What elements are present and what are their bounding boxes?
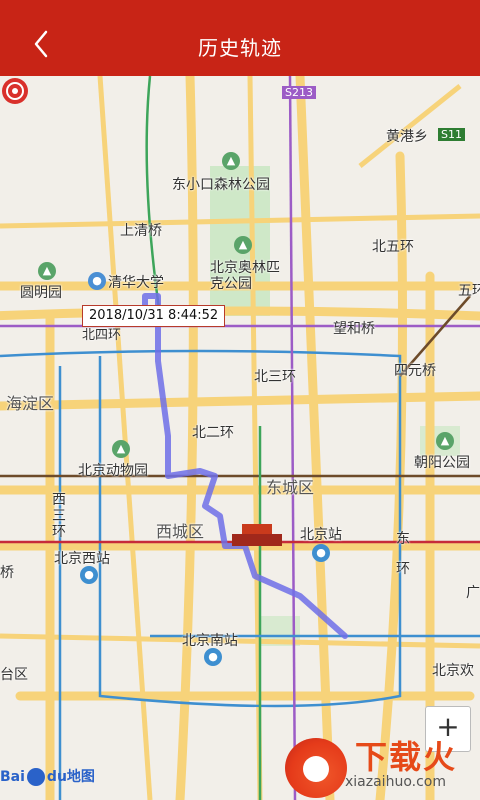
baidu-brand-text: Bai — [0, 769, 25, 785]
paw-icon — [26, 768, 45, 786]
map-label-beierhuan: 北二环 — [192, 425, 234, 441]
flame-logo-icon — [285, 738, 347, 798]
app-header: 历史轨迹 — [0, 0, 480, 76]
map-label-beijing-station: 北京站 — [300, 527, 342, 543]
map-label-xisanhuan: 西三环 — [52, 492, 66, 540]
train-station-icon: ● — [204, 648, 222, 666]
map-label-forest-park: 东小口森林公园 — [172, 177, 270, 193]
map-label-yuanmingyuan: 圆明园 — [20, 285, 62, 301]
map-label-qiao: 桥 — [0, 565, 14, 581]
watermark-title: 下载火 — [355, 738, 458, 776]
map-label-siyuanqiao: 四元桥 — [394, 363, 436, 379]
train-station-icon: ● — [80, 566, 98, 584]
map-label-olympic: 北京奥林匹克公园 — [210, 260, 280, 292]
park-icon: ▲ — [234, 236, 252, 254]
baidu-map-logo: Bai du地图 — [0, 766, 95, 786]
map-label-wuhuan: 五环 — [458, 283, 480, 299]
park-icon: ▲ — [222, 152, 240, 170]
map-label-s213: S213 — [282, 86, 316, 99]
map-label-huanggang: 黄港乡 — [386, 129, 428, 145]
train-station-icon: ● — [312, 544, 330, 562]
map-label-haidian: 海淀区 — [6, 394, 55, 413]
map-label-beiwuhuan: 北五环 — [372, 239, 414, 255]
map-label-huan: 环 — [396, 561, 410, 577]
map-label-beisanhuan: 北三环 — [254, 369, 296, 385]
school-icon: ● — [88, 272, 106, 290]
map-label-dong: 东 — [396, 531, 410, 547]
watermark: 下载火 xiazaihuo.com — [285, 738, 475, 798]
baidu-brand-text-2: du — [46, 769, 67, 785]
map-label-s11: S11 — [438, 128, 465, 141]
park-icon: ▲ — [436, 432, 454, 450]
map-label-dongcheng: 东城区 — [266, 478, 315, 497]
map-label-beijing-south: 北京南站 — [182, 633, 238, 649]
map-label-wangjingqiao: 望和桥 — [333, 321, 375, 337]
map-label-tsinghua: 清华大学 — [108, 275, 164, 291]
watermark-url: xiazaihuo.com — [345, 774, 446, 790]
map-label-guang: 广 — [466, 585, 480, 601]
map-label-beijing-west: 北京西站 — [54, 551, 110, 567]
map-label-fengtai: 台区 — [0, 667, 28, 683]
map-view[interactable]: S213 黄港乡 S11 ▲ 东小口森林公园 上清桥 北五环 ▲ 圆明园 ● 清… — [0, 76, 480, 800]
park-icon: ▲ — [38, 262, 56, 280]
map-label-xicheng: 西城区 — [156, 522, 205, 541]
baidu-map-suffix: 地图 — [66, 769, 95, 785]
map-label-chaoyang-park: 朝阳公园 — [414, 455, 470, 471]
track-time-tooltip: 2018/10/31 8:44:52 — [82, 305, 226, 327]
map-label-beijing-huan: 北京欢 — [432, 663, 474, 679]
map-label-zoo: 北京动物园 — [78, 463, 148, 479]
location-pin-icon[interactable] — [0, 76, 30, 106]
zoo-icon: ▲ — [112, 440, 130, 458]
map-label-shangqingqiao: 上清桥 — [120, 223, 162, 239]
page-title: 历史轨迹 — [198, 36, 282, 60]
